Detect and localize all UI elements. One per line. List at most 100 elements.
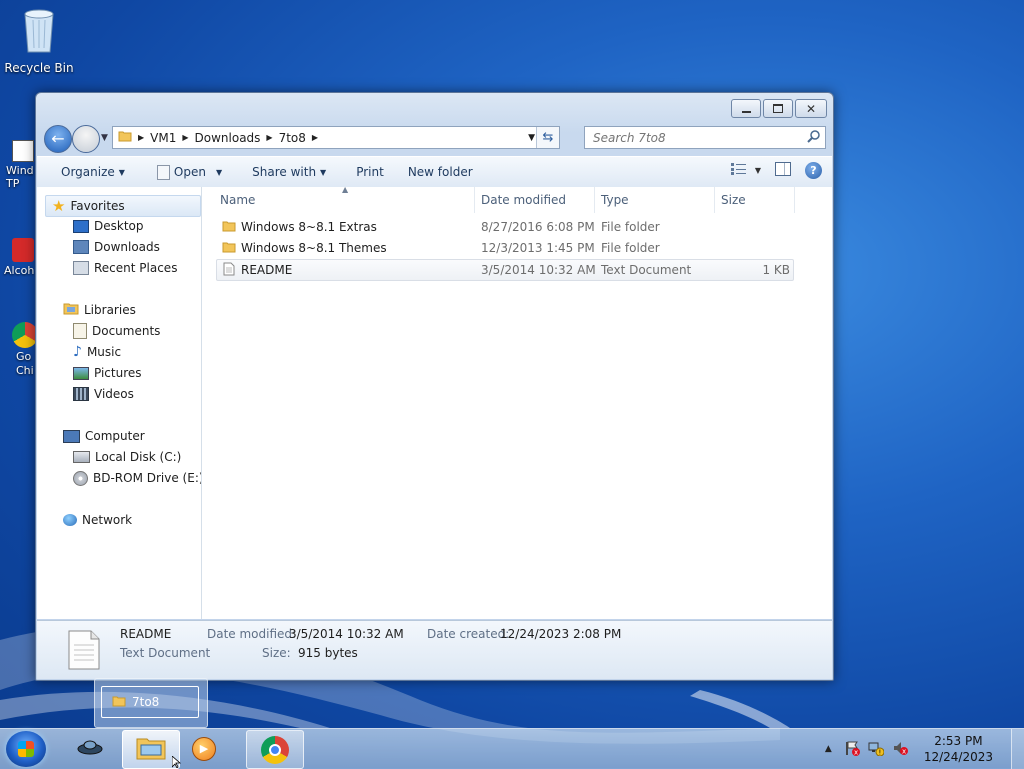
arrow-left-icon: ←: [51, 129, 65, 148]
nav-pictures-label: Pictures: [94, 366, 142, 380]
help-icon: ?: [805, 162, 822, 179]
clock[interactable]: 2:53 PM 12/24/2023: [924, 733, 993, 765]
mouse-cursor-icon: [172, 756, 182, 768]
nav-documents[interactable]: Documents: [73, 321, 160, 341]
breadcrumb-separator-icon[interactable]: ▶: [310, 133, 320, 142]
share-with-button[interactable]: Share with ▼: [234, 165, 338, 179]
command-bar: Organize ▼ Open ▼ Share with ▼ Print New…: [37, 156, 832, 188]
shortcut-icon: [12, 140, 34, 162]
details-date-created: 12/24/2023 2:08 PM: [500, 627, 622, 641]
preview-pane-button[interactable]: [775, 162, 791, 179]
open-button[interactable]: Open ▼: [137, 164, 234, 180]
nav-desktop[interactable]: Desktop: [73, 216, 144, 236]
desktop-icon-label: Go Chi: [16, 350, 34, 377]
nav-local-disk[interactable]: Local Disk (C:): [73, 447, 181, 467]
computer-icon: [63, 429, 80, 443]
show-desktop-button[interactable]: [1011, 729, 1024, 769]
caption-buttons: ✕: [731, 99, 827, 118]
column-header-name[interactable]: Name: [214, 187, 475, 213]
minimize-button[interactable]: [731, 99, 761, 118]
details-size-label: Size:: [262, 646, 291, 660]
breadcrumb-separator-icon[interactable]: ▶: [264, 133, 274, 142]
column-header-date-modified[interactable]: Date modified: [475, 187, 595, 213]
pictures-icon: [73, 366, 89, 380]
help-button[interactable]: ?: [805, 162, 822, 179]
address-bar[interactable]: ▶ VM1 ▶ Downloads ▶ 7to8 ▶ ▼ ⇆: [112, 126, 560, 149]
chrome-icon: [261, 735, 289, 764]
breadcrumb-7to8[interactable]: 7to8: [275, 131, 310, 145]
start-button[interactable]: [6, 731, 46, 767]
explorer-window[interactable]: ✕ ← ▼ ▶ VM1 ▶ Downloads ▶ 7to8 ▶ ▼ ⇆ Sea…: [35, 92, 834, 681]
new-folder-button[interactable]: New folder: [396, 165, 485, 179]
breadcrumb-separator-icon[interactable]: ▶: [180, 133, 190, 142]
file-row[interactable]: Windows 8~8.1 Themes 12/3/2013 1:45 PM F…: [216, 238, 792, 258]
notepad-icon: [156, 164, 170, 180]
forward-button[interactable]: [72, 125, 100, 153]
desktop-icon-windows-tp[interactable]: Wind TP: [0, 140, 36, 190]
recent-pages-dropdown[interactable]: ▼: [101, 133, 108, 143]
view-list-icon: [730, 163, 747, 178]
taskbar-chrome-button[interactable]: [246, 730, 304, 769]
nav-bd-rom[interactable]: BD-ROM Drive (E:) C: [73, 468, 201, 488]
desktop-icon-recycle-bin[interactable]: Recycle Bin: [0, 6, 78, 75]
details-file-type: Text Document: [120, 646, 211, 660]
file-type: Text Document: [601, 263, 692, 277]
organize-button[interactable]: Organize ▼: [37, 165, 137, 179]
nav-local-disk-label: Local Disk (C:): [95, 450, 182, 464]
volume-muted-icon[interactable]: x: [892, 740, 908, 759]
print-button[interactable]: Print: [338, 165, 396, 179]
back-button[interactable]: ←: [44, 125, 72, 153]
nav-recent-places[interactable]: Recent Places: [73, 258, 177, 278]
windows-logo-icon: [18, 741, 34, 757]
taskbar-pinned-app[interactable]: [64, 730, 116, 767]
file-row[interactable]: Windows 8~8.1 Extras 8/27/2016 6:08 PM F…: [216, 217, 792, 237]
navigation-pane[interactable]: ★ Favorites Desktop Downloads Recent Pla…: [37, 187, 202, 619]
nav-favorites[interactable]: ★ Favorites: [45, 195, 201, 217]
svg-text:x: x: [854, 748, 858, 756]
nav-computer[interactable]: Computer: [63, 426, 145, 446]
svg-text:!: !: [878, 748, 881, 756]
recycle-bin-label: Recycle Bin: [4, 61, 74, 75]
nav-libraries[interactable]: Libraries: [63, 300, 136, 320]
taskbar-media-player-button[interactable]: ▶: [180, 730, 228, 767]
share-with-label: Share with: [252, 165, 317, 179]
folder-icon: [222, 240, 236, 257]
folder-icon: [118, 129, 132, 146]
nav-pictures[interactable]: Pictures: [73, 363, 142, 383]
svg-text:x: x: [902, 747, 906, 755]
nav-downloads-label: Downloads: [94, 240, 160, 254]
media-player-icon: ▶: [192, 736, 216, 761]
show-hidden-icons-button[interactable]: ▲: [825, 744, 832, 754]
spaceship-icon: [76, 737, 104, 760]
documents-icon: [73, 323, 87, 339]
file-name: Windows 8~8.1 Extras: [241, 220, 377, 234]
address-dropdown-icon[interactable]: ▼: [528, 133, 535, 143]
close-button[interactable]: ✕: [795, 99, 827, 118]
nav-network[interactable]: Network: [63, 510, 132, 530]
folder-icon: [222, 219, 236, 236]
search-icon[interactable]: [807, 129, 821, 146]
network-tray-icon[interactable]: !: [868, 740, 885, 759]
thumbnail-item[interactable]: 7to8: [101, 686, 199, 718]
nav-favorites-label: Favorites: [70, 199, 125, 213]
breadcrumb-separator-icon[interactable]: ▶: [136, 133, 146, 142]
desktop-icon-label: Alcoh: [4, 264, 35, 277]
refresh-button[interactable]: ⇆: [536, 127, 559, 148]
search-box[interactable]: [584, 126, 826, 149]
column-header-size[interactable]: Size: [715, 187, 795, 213]
action-center-flag-icon[interactable]: x: [844, 740, 860, 759]
change-view-button[interactable]: ▼: [730, 163, 761, 178]
search-input[interactable]: [591, 129, 805, 146]
file-list[interactable]: ▲ Name Date modified Type Size Windows 8…: [202, 185, 832, 619]
file-row-selected[interactable]: README 3/5/2014 10:32 AM Text Document 1…: [216, 259, 794, 281]
nav-videos[interactable]: Videos: [73, 384, 134, 404]
maximize-button[interactable]: [763, 99, 793, 118]
breadcrumb-vm1[interactable]: VM1: [146, 131, 180, 145]
column-header-type[interactable]: Type: [595, 187, 715, 213]
nav-downloads[interactable]: Downloads: [73, 237, 160, 257]
desktop-icon-google-chrome[interactable]: Go Chi: [0, 322, 36, 378]
breadcrumb-downloads[interactable]: Downloads: [191, 131, 265, 145]
nav-music[interactable]: ♪ Music: [73, 342, 121, 362]
taskbar-thumbnail[interactable]: 7to8: [94, 678, 208, 728]
desktop-icon-alcohol[interactable]: Alcoh: [0, 238, 36, 277]
